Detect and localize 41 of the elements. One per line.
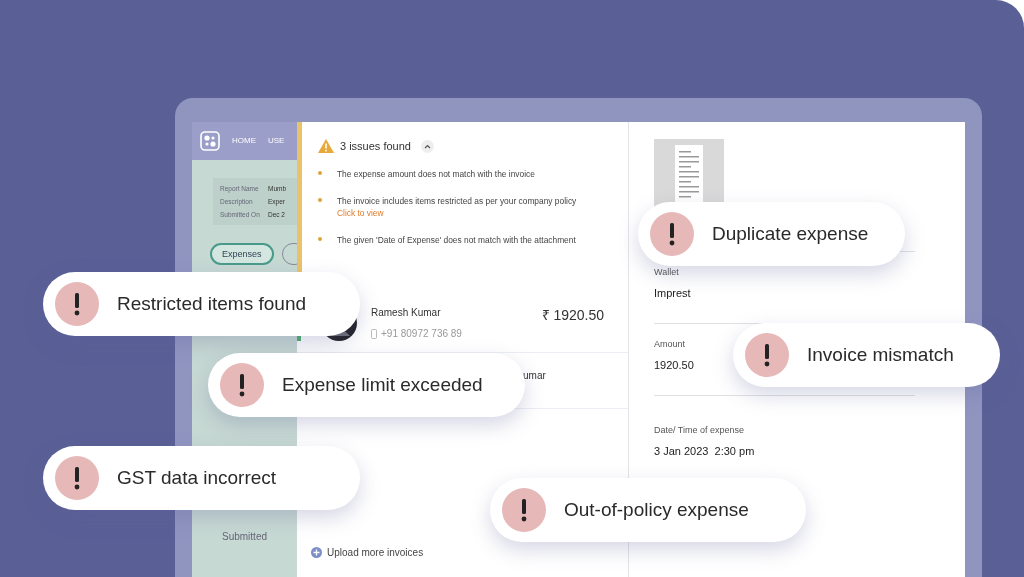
phone-number: +91 80972 736 89 xyxy=(381,327,462,341)
bullet-icon xyxy=(318,197,322,202)
alert-icon xyxy=(650,212,694,256)
issue-text: The invoice includes items restricted as per your company policy Click to view xyxy=(337,194,578,219)
amount-text: ₹ 1920.50 xyxy=(541,306,605,325)
view-link[interactable]: Click to view xyxy=(337,207,384,218)
alert-text: Duplicate expense xyxy=(712,221,869,246)
person-name: Ramesh Kumar xyxy=(371,306,442,320)
phone-icon xyxy=(371,328,377,339)
caret-icon xyxy=(423,143,431,149)
upload-link[interactable]: Upload more invoices xyxy=(311,545,628,560)
alert-icon xyxy=(55,282,99,326)
alert-text: Out-of-policy expense xyxy=(564,497,749,522)
issue-text: The given 'Date of Expense' does not match with the attachment xyxy=(337,233,577,246)
warning-icon xyxy=(318,139,334,154)
bullet-icon xyxy=(318,236,322,241)
tab[interactable]: Expenses xyxy=(210,243,274,266)
plus-icon xyxy=(311,547,322,558)
status-text: Submitted xyxy=(222,530,269,544)
logo-icon[interactable] xyxy=(200,131,220,151)
person-name: umar xyxy=(523,369,547,383)
field-value: 3 Jan 2023 2:30 pm xyxy=(654,443,756,459)
collapse-button[interactable] xyxy=(420,139,434,153)
alert-icon xyxy=(220,363,264,407)
issues-title: 3 issues found xyxy=(340,139,411,154)
field-label: Wallet xyxy=(654,266,680,279)
alert-text: Invoice mismatch xyxy=(807,342,954,367)
alert-icon xyxy=(745,333,789,377)
bullet-icon xyxy=(318,170,322,175)
issue-text: The expense amount does not match with the invoice xyxy=(337,167,536,180)
alert-text: Restricted items found xyxy=(117,291,307,316)
field-value: 1920.50 xyxy=(654,357,695,373)
alert-text: Expense limit exceeded xyxy=(282,372,483,397)
nav-link[interactable]: HOME xyxy=(232,135,256,147)
field-label: Amount xyxy=(654,338,687,351)
field-label: Date/ Time of expense xyxy=(654,424,746,437)
alert-icon xyxy=(55,456,99,500)
nav-link[interactable]: USE xyxy=(268,135,285,147)
alert-icon xyxy=(502,488,546,532)
field-value: Imprest xyxy=(654,285,692,301)
alert-text: GST data incorrect xyxy=(117,465,277,490)
